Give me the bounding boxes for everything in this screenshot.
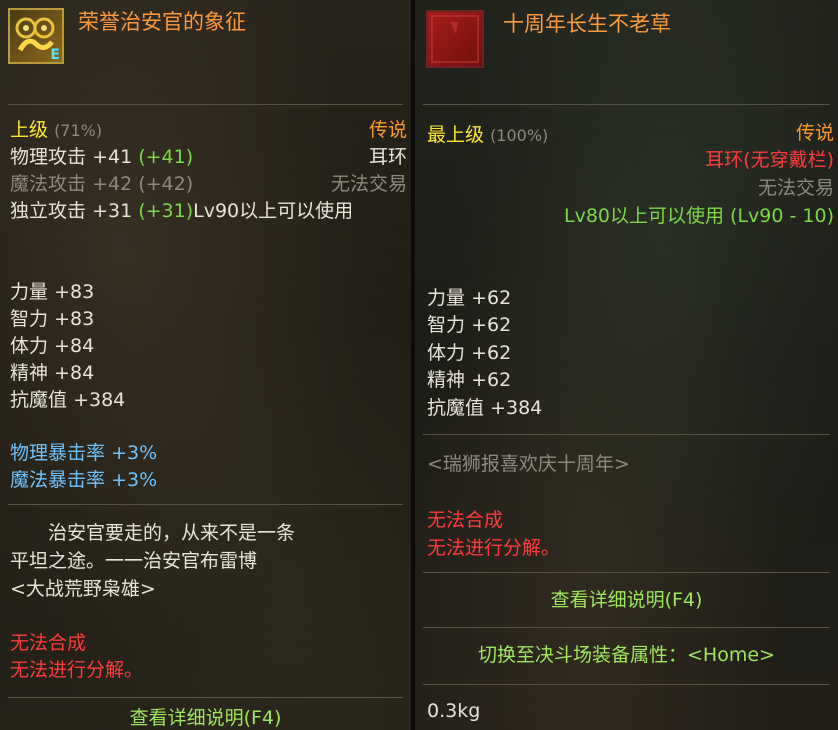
item-title: 十周年长生不老草 (503, 12, 671, 36)
divider (423, 627, 830, 628)
divider (8, 104, 403, 105)
item-slot: 耳环 (368, 146, 407, 168)
item-weight: 0.3kg (427, 700, 481, 722)
set-name: <瑞狮报喜欢庆十周年> (427, 453, 630, 475)
view-detail-link[interactable]: 查看详细说明(F4) (415, 588, 838, 612)
crit-physical: 物理暴击率 +3% (10, 442, 158, 464)
stat-vit: 体力 +62 (427, 342, 512, 364)
divider (423, 684, 830, 685)
earring-item-icon: E (8, 8, 64, 64)
stat-int: 智力 +62 (427, 314, 512, 336)
flavor-line-2: 平坦之途。一一治安官布雷博 (10, 550, 258, 572)
stat-magic-resist: 抗魔值 +384 (10, 389, 126, 411)
item-rarity: 传说 (368, 119, 407, 141)
stat-int: 智力 +83 (10, 308, 95, 330)
restriction-no-disassemble: 无法进行分解。 (427, 537, 561, 559)
flavor-line-1: 治安官要走的，从来不是一条 (48, 522, 296, 544)
attack-line-physical: 物理攻击 +41 (+41) (10, 146, 194, 168)
flavor-line-3: <大战荒野枭雄> (10, 578, 156, 600)
item-grade: 上级 (71%) (10, 119, 103, 141)
item-tooltip-left: E 荣誉治安官的象征 上级 (71%) 传说 物理攻击 +41 (+41) 耳环… (0, 0, 411, 730)
restriction-no-merge: 无法合成 (10, 632, 87, 654)
item-rarity: 传说 (795, 122, 834, 144)
trade-status: 无法交易 (757, 177, 834, 199)
divider (423, 434, 830, 435)
item-slot: 耳环(无穿戴栏) (705, 149, 834, 171)
item-grade: 最上级 (100%) (427, 124, 549, 146)
stat-magic-resist: 抗魔值 +384 (427, 397, 543, 419)
stat-str: 力量 +83 (10, 281, 95, 303)
view-detail-link[interactable]: 查看详细说明(F4) (0, 706, 411, 730)
divider (423, 572, 830, 573)
herb-item-icon (426, 10, 484, 68)
divider (8, 697, 403, 698)
restriction-no-disassemble: 无法进行分解。 (10, 659, 144, 681)
restriction-no-merge: 无法合成 (427, 509, 504, 531)
item-title: 荣誉治安官的象征 (78, 10, 246, 34)
tooltip-backdrop (415, 0, 838, 730)
item-tooltip-right: 十周年长生不老草 最上级 (100%) 传说 耳环(无穿戴栏) 无法交易 Lv8… (415, 0, 838, 730)
stat-spr: 精神 +84 (10, 362, 95, 384)
stat-str: 力量 +62 (427, 287, 512, 309)
trade-status: 无法交易 (330, 173, 407, 195)
divider (8, 504, 403, 505)
attack-line-magic: 魔法攻击 +42 (+42) (10, 173, 194, 195)
attack-line-independent: 独立攻击 +31 (+31)Lv90以上可以使用 (10, 200, 354, 222)
crit-magic: 魔法暴击率 +3% (10, 469, 158, 491)
switch-arena-stats[interactable]: 切换至决斗场装备属性：<Home> (415, 643, 838, 667)
stat-vit: 体力 +84 (10, 335, 95, 357)
level-requirement: Lv80以上可以使用 (Lv90 - 10) (564, 205, 834, 227)
divider (423, 104, 830, 105)
epic-badge: E (50, 47, 60, 63)
stat-spr: 精神 +62 (427, 369, 512, 391)
